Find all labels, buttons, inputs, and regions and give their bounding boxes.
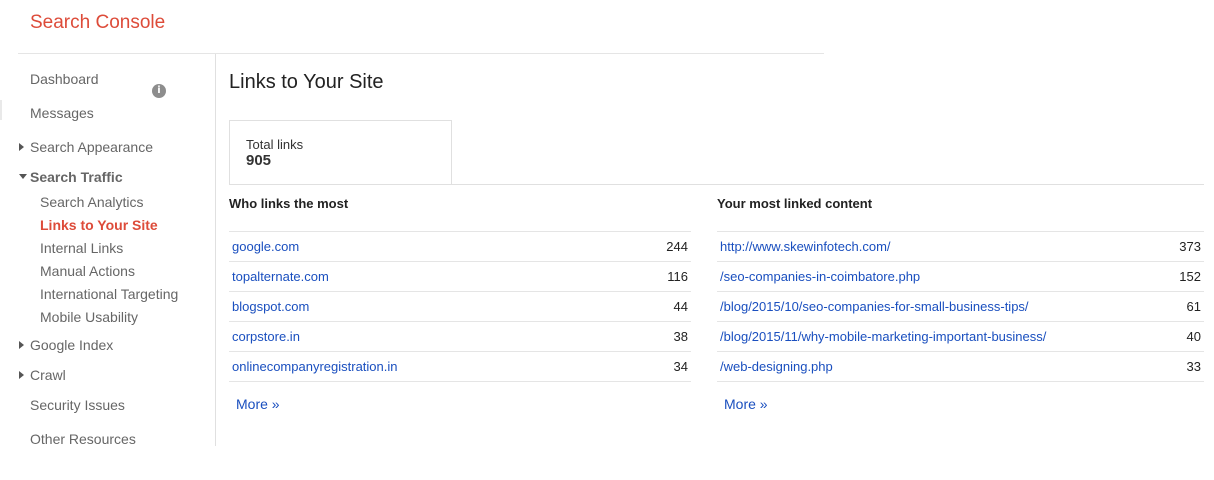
sidebar-subitem-manual-actions[interactable]: Manual Actions — [40, 263, 135, 279]
most-linked-title: Your most linked content — [717, 196, 1204, 232]
link-count: 61 — [1186, 299, 1201, 314]
linked-page-link[interactable]: /blog/2015/11/why-mobile-marketing-impor… — [720, 329, 1046, 344]
link-count: 152 — [1179, 269, 1201, 284]
linked-page-link[interactable]: http://www.skewinfotech.com/ — [720, 239, 891, 254]
sidebar-subitem-internal-links[interactable]: Internal Links — [40, 240, 123, 256]
sidebar-item-google-index[interactable]: Google Index — [30, 337, 113, 353]
sidebar-item-messages[interactable]: Messages — [30, 105, 94, 121]
sidebar-item-search-appearance[interactable]: Search Appearance — [30, 139, 153, 155]
link-count: 33 — [1186, 359, 1201, 374]
sidebar-item-crawl[interactable]: Crawl — [30, 367, 66, 383]
app-title[interactable]: Search Console — [30, 12, 165, 34]
table-row: onlinecompanyregistration.in 34 — [229, 352, 691, 382]
link-count: 38 — [673, 329, 688, 344]
linked-page-link[interactable]: /blog/2015/10/seo-companies-for-small-bu… — [720, 299, 1029, 314]
sidebar-item-search-traffic[interactable]: Search Traffic — [30, 169, 123, 185]
link-count: 116 — [667, 269, 688, 284]
sidebar-subitem-links-to-your-site[interactable]: Links to Your Site — [40, 217, 158, 233]
table-row: /blog/2015/11/why-mobile-marketing-impor… — [717, 322, 1204, 352]
caret-right-icon[interactable] — [19, 143, 24, 151]
linking-domain-link[interactable]: topalternate.com — [232, 269, 329, 284]
sidebar-item-dashboard[interactable]: Dashboard — [30, 71, 99, 87]
total-links-label: Total links — [246, 137, 304, 152]
table-row: /web-designing.php 33 — [717, 352, 1204, 382]
table-row: /blog/2015/10/seo-companies-for-small-bu… — [717, 292, 1204, 322]
who-links-panel: Who links the most google.com 244 topalt… — [229, 196, 691, 412]
linked-page-link[interactable]: /seo-companies-in-coimbatore.php — [720, 269, 920, 284]
sidebar-edge-marker — [0, 100, 2, 120]
caret-down-icon[interactable] — [19, 174, 27, 179]
table-row: /seo-companies-in-coimbatore.php 152 — [717, 262, 1204, 292]
caret-right-icon[interactable] — [19, 341, 24, 349]
info-icon[interactable]: i — [152, 84, 166, 98]
sidebar-item-other-resources[interactable]: Other Resources — [30, 431, 136, 447]
linking-domain-link[interactable]: google.com — [232, 239, 299, 254]
sidebar-subitem-international-targeting[interactable]: International Targeting — [40, 286, 178, 302]
caret-right-icon[interactable] — [19, 371, 24, 379]
sidebar-subitem-mobile-usability[interactable]: Mobile Usability — [40, 309, 138, 325]
page-title: Links to Your Site — [229, 71, 384, 93]
link-count: 34 — [673, 359, 688, 374]
section-divider — [229, 184, 1204, 185]
table-row: blogspot.com 44 — [229, 292, 691, 322]
sidebar-item-security-issues[interactable]: Security Issues — [30, 397, 125, 413]
linking-domain-link[interactable]: corpstore.in — [232, 329, 300, 344]
linked-page-link[interactable]: /web-designing.php — [720, 359, 833, 374]
table-row: corpstore.in 38 — [229, 322, 691, 352]
most-linked-panel: Your most linked content http://www.skew… — [717, 196, 1204, 412]
link-count: 44 — [673, 299, 688, 314]
who-links-more-link[interactable]: More » — [236, 396, 691, 412]
total-links-card: Total links 905 — [229, 120, 452, 184]
linking-domain-link[interactable]: onlinecompanyregistration.in — [232, 359, 397, 374]
table-row: google.com 244 — [229, 232, 691, 262]
link-count: 244 — [666, 239, 688, 254]
table-row: topalternate.com 116 — [229, 262, 691, 292]
table-row: http://www.skewinfotech.com/ 373 — [717, 232, 1204, 262]
who-links-title: Who links the most — [229, 196, 691, 232]
linking-domain-link[interactable]: blogspot.com — [232, 299, 309, 314]
sidebar-subitem-search-analytics[interactable]: Search Analytics — [40, 194, 144, 210]
total-links-value: 905 — [246, 152, 272, 169]
link-count: 373 — [1179, 239, 1201, 254]
most-linked-more-link[interactable]: More » — [724, 396, 1204, 412]
link-count: 40 — [1186, 329, 1201, 344]
